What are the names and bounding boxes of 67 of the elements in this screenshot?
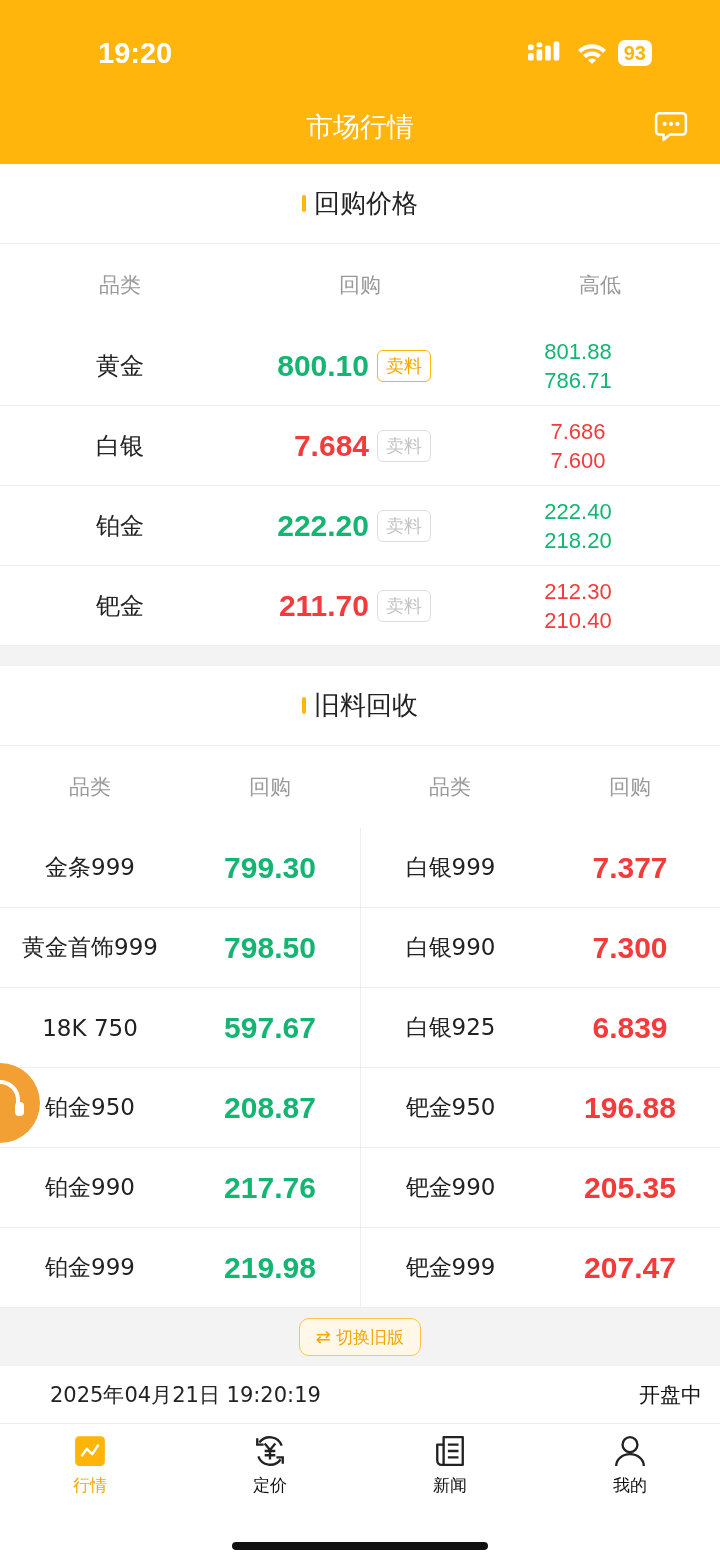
product-name: 白银 — [96, 430, 144, 462]
price-value: 798.50 — [224, 930, 316, 965]
product-name: 黄金 — [96, 350, 144, 382]
person-icon — [613, 1434, 647, 1468]
message-icon[interactable] — [654, 110, 688, 142]
product-name: 白银990 — [405, 933, 496, 962]
high-price: 801.88 — [544, 337, 612, 366]
price-value: 217.76 — [224, 1170, 316, 1205]
column-header: 回购 — [249, 774, 291, 801]
product-name: 金条999 — [45, 853, 135, 882]
product-name: 铂金999 — [45, 1253, 135, 1282]
column-header: 回购 — [609, 774, 651, 801]
product-name: 钯金 — [96, 590, 144, 622]
product-name: 钯金999 — [405, 1253, 496, 1282]
price-value: 222.20 — [277, 508, 369, 543]
low-price: 218.20 — [544, 526, 612, 555]
section-title: 回购价格 — [314, 187, 418, 220]
product-name: 铂金950 — [45, 1093, 135, 1122]
product-name: 钯金990 — [405, 1173, 496, 1202]
newspaper-icon — [433, 1434, 467, 1468]
tab-item[interactable]: 新闻 — [360, 1434, 540, 1497]
product-name: 铂金 — [96, 510, 144, 542]
tab-item[interactable]: 行情 — [0, 1434, 180, 1497]
accent-bar — [302, 697, 306, 714]
section-title: 旧料回收 — [314, 689, 418, 722]
price-value: 597.67 — [224, 1010, 316, 1045]
price-value: 211.70 — [278, 588, 369, 623]
high-price: 7.686 — [550, 417, 606, 446]
price-value: 6.839 — [592, 1010, 668, 1045]
switch-version-button[interactable]: ⇄ 切换旧版 — [298, 1318, 422, 1356]
column-header: 品类 — [429, 774, 471, 801]
price-value: 207.47 — [584, 1250, 676, 1285]
column-header: 高低 — [579, 272, 621, 299]
price-value: 219.98 — [224, 1250, 316, 1285]
price-value: 7.377 — [592, 850, 668, 885]
tab-item[interactable]: 我的 — [540, 1434, 720, 1497]
product-name: 白银925 — [405, 1013, 496, 1042]
price-value: 205.35 — [584, 1170, 676, 1205]
price-value: 7.300 — [592, 930, 668, 965]
low-price: 786.71 — [544, 366, 612, 395]
price-value: 799.30 — [224, 850, 316, 885]
product-name: 钯金950 — [405, 1093, 496, 1122]
high-price: 212.30 — [544, 577, 612, 606]
product-name: 白银999 — [405, 853, 496, 882]
price-value: 7.684 — [293, 428, 369, 463]
product-name: 18K 750 — [42, 1014, 138, 1041]
price-value: 196.88 — [584, 1090, 676, 1125]
tab-item[interactable]: 定价 — [180, 1434, 360, 1497]
battery-indicator: 93 — [617, 40, 652, 66]
yen-cycle-icon — [253, 1434, 287, 1468]
accent-bar — [302, 195, 306, 212]
page-title: 市场行情 — [306, 110, 414, 144]
low-price: 210.40 — [544, 606, 612, 635]
status-time: 19:20 — [98, 36, 173, 70]
column-header: 品类 — [69, 774, 111, 801]
column-header: 回购 — [339, 272, 381, 299]
low-price: 7.600 — [550, 446, 606, 475]
column-header: 品类 — [99, 272, 141, 299]
line-chart-icon — [73, 1434, 107, 1468]
market-status: 开盘中 — [639, 1381, 702, 1409]
product-name: 铂金990 — [45, 1173, 135, 1202]
price-value: 800.10 — [277, 348, 369, 383]
update-time: 2025年04月21日 19:20:19 — [50, 1381, 321, 1409]
product-name: 黄金首饰999 — [22, 933, 158, 962]
price-value: 208.87 — [224, 1090, 316, 1125]
sell-button[interactable]: 卖料 — [377, 349, 431, 382]
high-price: 222.40 — [544, 497, 612, 526]
